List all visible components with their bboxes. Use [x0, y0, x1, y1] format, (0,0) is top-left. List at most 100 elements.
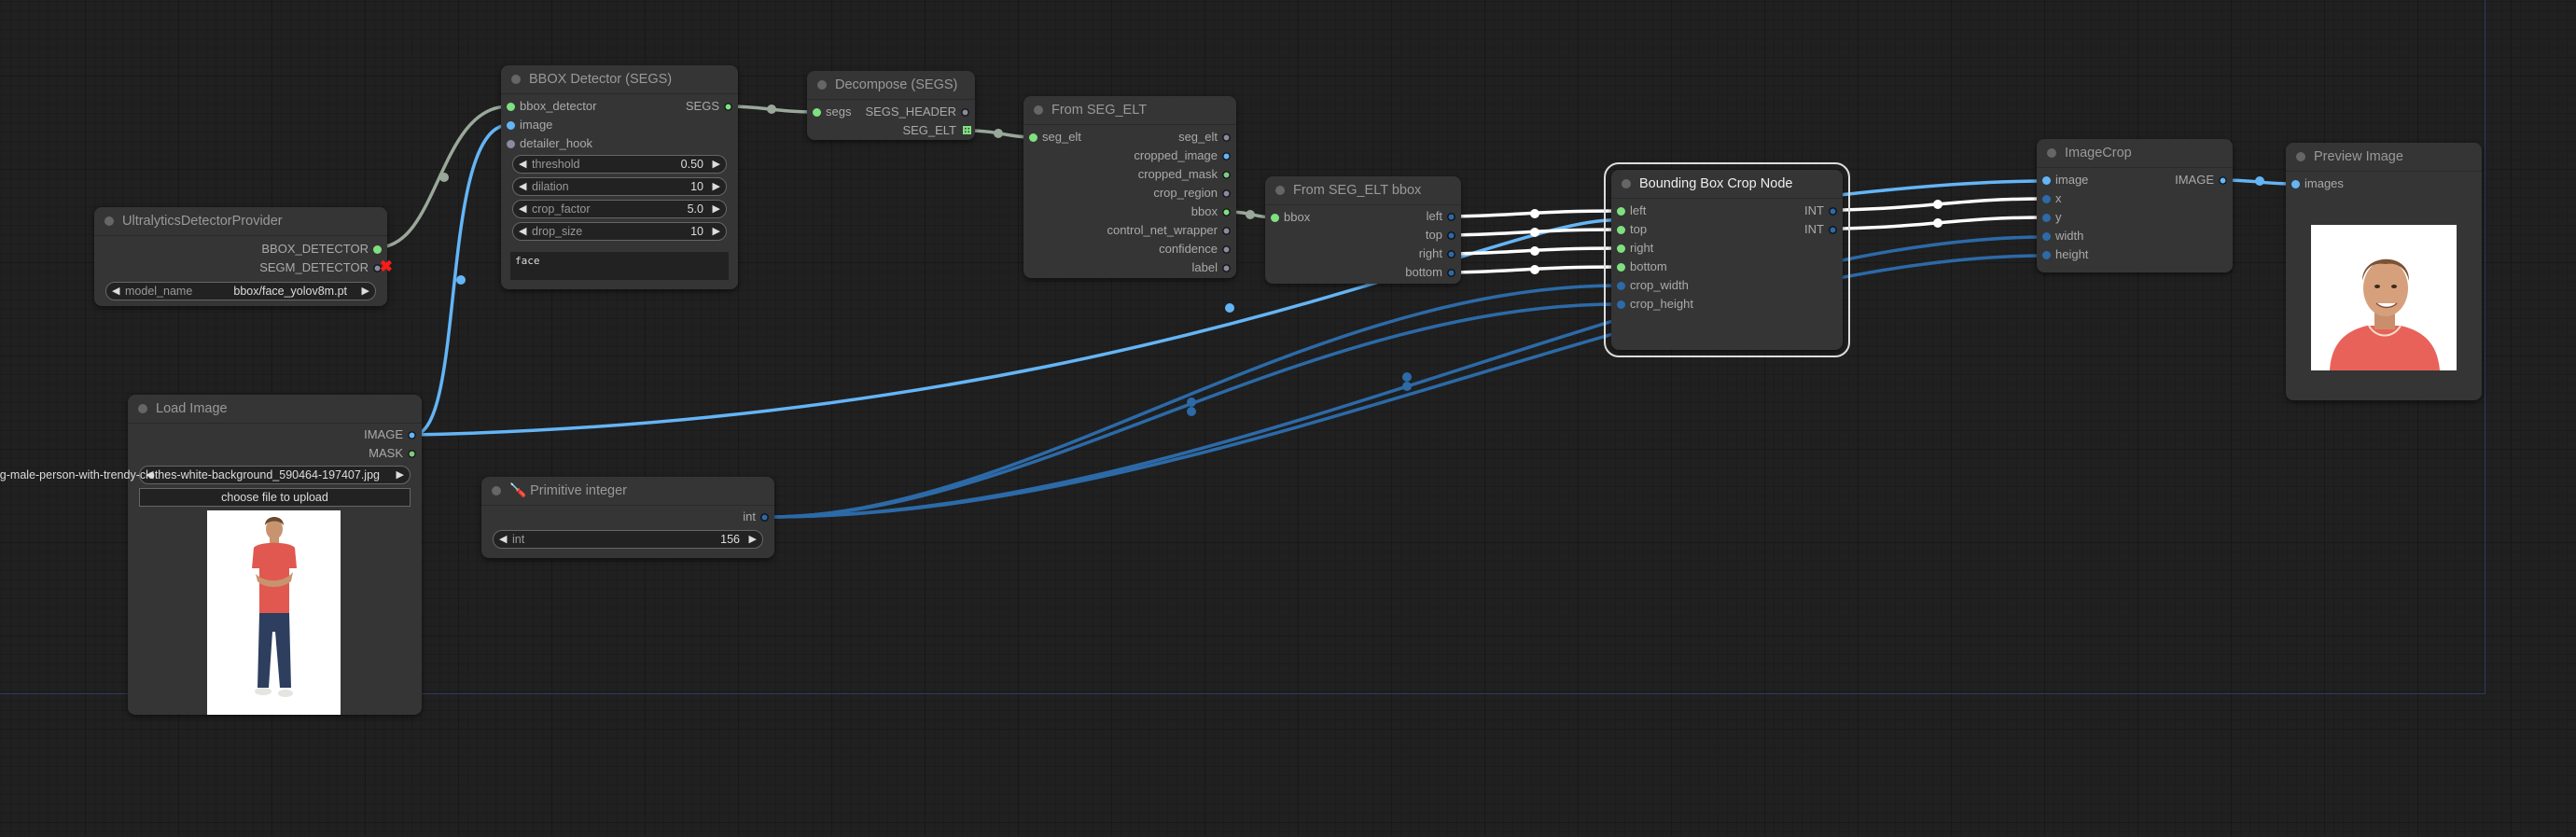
increment-arrow-icon[interactable]: ▶ [713, 223, 720, 240]
output-bbox-detector[interactable]: BBOX_DETECTOR [261, 240, 387, 258]
node-decompose-segs[interactable]: Decompose (SEGS) segs SEGS_HEADER SEG_EL… [807, 71, 975, 140]
input-pin[interactable] [1617, 262, 1625, 272]
output-pin[interactable] [760, 512, 769, 522]
input-width[interactable]: width [2037, 227, 2083, 245]
input-pin[interactable] [2291, 179, 2300, 188]
input-pin[interactable] [2042, 175, 2051, 185]
input-height[interactable]: height [2037, 245, 2088, 264]
increment-arrow-icon[interactable]: ▶ [713, 156, 720, 173]
output-pin[interactable] [1447, 249, 1455, 258]
node-load-image[interactable]: Load Image IMAGE MASK ◀ young-male-person… [0, 395, 422, 715]
node-from-seg-elt-bbox[interactable]: From SEG_ELT bbox bbox left top right bo… [1265, 176, 1461, 284]
output-confidence[interactable]: confidence [1159, 240, 1236, 258]
node-bbox-detector-segs[interactable]: BBOX Detector (SEGS) bbox_detector image… [501, 65, 738, 289]
output-pin[interactable] [1222, 188, 1231, 198]
grid-icon[interactable] [963, 126, 971, 134]
collapse-dot[interactable] [511, 75, 521, 84]
upload-button[interactable]: choose file to upload [139, 488, 411, 507]
node-title[interactable]: Load Image [128, 395, 422, 424]
input-pin[interactable] [2042, 194, 2051, 203]
input-top[interactable]: top [1611, 220, 1647, 239]
increment-arrow-icon[interactable]: ▶ [362, 283, 369, 300]
output-pin[interactable] [373, 244, 382, 254]
preview-image-output[interactable] [2311, 225, 2457, 370]
wire-midpoint[interactable] [1187, 398, 1196, 407]
decrement-arrow-icon[interactable]: ◀ [519, 178, 526, 195]
wire-midpoint[interactable] [1530, 228, 1539, 237]
node-title[interactable]: Decompose (SEGS) [807, 71, 975, 100]
input-pin[interactable] [1617, 300, 1625, 309]
widget-dilation[interactable]: ◀ dilation 10 ▶ [512, 177, 727, 196]
output-pin[interactable] [2219, 175, 2227, 185]
output-bbox[interactable]: bbox [1191, 202, 1236, 221]
wire-midpoint[interactable] [1402, 372, 1412, 382]
output-pin[interactable] [408, 430, 416, 439]
wire-midpoint[interactable] [1187, 407, 1196, 416]
wire-midpoint[interactable] [994, 129, 1003, 138]
output-pin[interactable] [1222, 170, 1231, 179]
node-title[interactable]: From SEG_ELT [1023, 96, 1236, 125]
input-pin[interactable] [1617, 281, 1625, 290]
widget-image-file[interactable]: ◀ young-male-person-with-trendy-clothes-w… [0, 466, 411, 484]
node-title[interactable]: Preview Image [2286, 143, 2482, 172]
widget-drop-size[interactable]: ◀ drop_size 10 ▶ [512, 222, 727, 241]
output-int-y[interactable]: INT [1804, 220, 1843, 239]
output-pin[interactable] [1447, 268, 1455, 277]
input-pin[interactable] [507, 102, 515, 111]
output-pin[interactable] [1222, 151, 1231, 160]
output-pin[interactable] [724, 102, 732, 111]
output-segs-header[interactable]: SEGS_HEADER [865, 103, 975, 121]
output-pin[interactable] [1447, 230, 1455, 240]
input-pin[interactable] [2042, 231, 2051, 241]
widget-crop-factor[interactable]: ◀ crop_factor 5.0 ▶ [512, 200, 727, 218]
node-preview-image[interactable]: Preview Image images [2286, 143, 2482, 400]
output-int[interactable]: int [743, 508, 774, 526]
output-pin[interactable] [1829, 206, 1837, 216]
collapse-dot[interactable] [1034, 105, 1043, 115]
wire-midpoint[interactable] [1933, 218, 1942, 228]
output-pin[interactable] [1829, 225, 1837, 234]
input-pin[interactable] [1271, 213, 1279, 222]
increment-arrow-icon[interactable]: ▶ [397, 467, 404, 483]
wire-midpoint[interactable] [1530, 246, 1539, 256]
output-pin[interactable] [1447, 212, 1455, 221]
input-pin[interactable] [813, 107, 821, 117]
output-cropped-mask[interactable]: cropped_mask [1138, 165, 1236, 184]
widget-threshold[interactable]: ◀ threshold 0.50 ▶ [512, 155, 727, 174]
decrement-arrow-icon[interactable]: ◀ [519, 156, 526, 173]
output-control-net-wrapper[interactable]: control_net_wrapper [1107, 221, 1236, 240]
input-bottom[interactable]: bottom [1611, 258, 1667, 276]
input-detailer-hook[interactable]: detailer_hook [501, 134, 592, 153]
input-image[interactable]: image [501, 116, 552, 134]
input-pin[interactable] [1617, 244, 1625, 253]
output-image[interactable]: IMAGE [364, 425, 422, 444]
output-pin[interactable] [1222, 207, 1231, 216]
loaded-image-preview[interactable] [207, 510, 341, 715]
output-crop-region[interactable]: crop_region [1153, 184, 1236, 202]
input-crop-width[interactable]: crop_width [1611, 276, 1689, 295]
output-image[interactable]: IMAGE [2175, 171, 2233, 189]
collapse-dot[interactable] [2047, 148, 2056, 158]
wire-midpoint[interactable] [1246, 210, 1255, 219]
input-pin[interactable] [507, 139, 515, 148]
output-int-x[interactable]: INT [1804, 202, 1843, 220]
input-pin[interactable] [2042, 213, 2051, 222]
widget-int[interactable]: ◀ int 156 ▶ [493, 530, 763, 549]
input-right[interactable]: right [1611, 239, 1653, 258]
node-bounding-box-crop[interactable]: Bounding Box Crop Node left top right bo… [1604, 162, 1850, 357]
increment-arrow-icon[interactable]: ▶ [713, 178, 720, 195]
wire-midpoint[interactable] [1530, 265, 1539, 274]
node-title[interactable]: ImageCrop [2037, 139, 2233, 168]
wire-midpoint[interactable] [456, 275, 466, 285]
output-pin[interactable] [1222, 263, 1231, 272]
input-y[interactable]: y [2037, 208, 2062, 227]
output-pin[interactable] [1222, 244, 1231, 254]
decrement-arrow-icon[interactable]: ◀ [519, 201, 526, 217]
labels-textarea[interactable]: face [510, 252, 729, 280]
node-title[interactable]: Bounding Box Crop Node [1611, 170, 1843, 199]
collapse-dot[interactable] [817, 80, 827, 90]
decrement-arrow-icon[interactable]: ◀ [499, 531, 507, 548]
input-pin[interactable] [2042, 250, 2051, 259]
node-ultralytics-detector-provider[interactable]: UltralyticsDetectorProvider BBOX_DETECTO… [94, 207, 393, 306]
input-images[interactable]: images [2286, 174, 2344, 193]
